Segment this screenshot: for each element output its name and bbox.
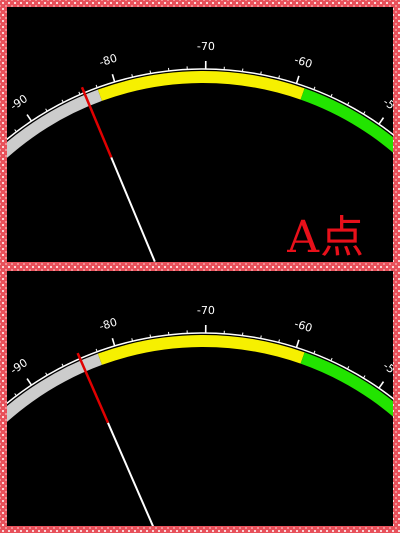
scale-tick <box>45 108 48 112</box>
scale-tick <box>330 93 333 98</box>
scale-tick <box>260 71 262 75</box>
scale-tick <box>378 117 385 125</box>
scale-tick <box>363 111 366 115</box>
needle <box>107 422 155 526</box>
scale-label: -80 <box>98 316 119 334</box>
dbm-gauge: -100-90-80-70-60-50-40dBm <box>7 304 393 526</box>
scale-tick <box>131 338 133 342</box>
scale-label: -60 <box>293 53 314 71</box>
scale-tick <box>149 334 152 338</box>
scale-label: -70 <box>197 40 215 53</box>
scale-tick <box>295 75 300 84</box>
scale-tick <box>330 357 333 362</box>
band-green <box>300 352 393 417</box>
scale-label: -90 <box>8 356 30 377</box>
signal-meter-b: -100-90-80-70-60-50-40dBm <box>7 271 393 526</box>
needle <box>110 157 156 262</box>
scale-arc <box>7 332 393 405</box>
scale-tick <box>111 74 116 83</box>
scale-tick <box>61 99 64 103</box>
scale-tick <box>61 363 64 367</box>
signal-meter-a: -100-90-80-70-60-50-40dBm A点 <box>7 7 393 262</box>
band-gray <box>7 89 102 159</box>
scale-tick <box>26 378 33 386</box>
scale-tick <box>111 338 116 347</box>
scale-tick <box>346 102 350 106</box>
scale-tick <box>45 372 48 376</box>
band-green <box>300 88 393 153</box>
scale-tick <box>378 381 385 389</box>
scale-label: -80 <box>98 52 119 70</box>
scale-label: -50 <box>381 359 393 380</box>
scale-label: -60 <box>293 317 314 335</box>
scale-tick <box>149 70 152 74</box>
scale-tick <box>295 339 300 348</box>
scale-tick <box>260 335 262 339</box>
scale-arc <box>7 68 393 141</box>
scale-label: -90 <box>8 92 30 113</box>
point-a-label: A点 <box>287 212 365 262</box>
band-yellow <box>97 335 305 365</box>
band-yellow <box>97 71 305 101</box>
scale-label: -50 <box>381 95 393 116</box>
scale-tick <box>363 375 366 379</box>
scale-label: -70 <box>197 304 215 317</box>
scale-tick <box>26 114 33 122</box>
scale-tick <box>346 366 350 370</box>
scale-tick <box>131 74 133 78</box>
